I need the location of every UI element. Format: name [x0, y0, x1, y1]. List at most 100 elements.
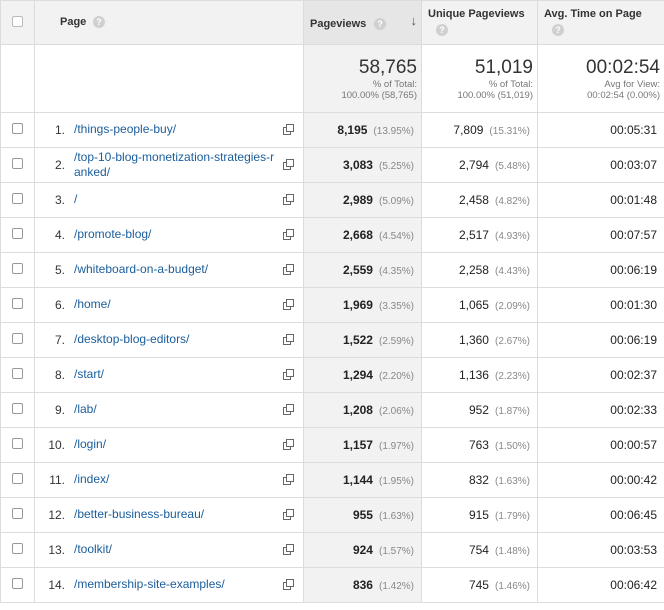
row-checkbox-cell — [0, 462, 35, 498]
pageviews-cell: 8,195 (13.95%) — [303, 112, 422, 148]
row-checkbox[interactable] — [12, 228, 23, 239]
unique-pageviews-value: 2,258 — [458, 263, 489, 277]
open-external-icon[interactable] — [283, 474, 294, 485]
table-row: 4. /promote-blog/ 2,668 (4.54%) 2,517 (4.93… — [0, 217, 664, 253]
totals-unique-sub2: 100.00% (51,019) — [457, 89, 533, 101]
help-icon[interactable]: ? — [436, 24, 448, 36]
column-header-pageviews-label: Pageviews — [310, 18, 367, 30]
open-external-icon[interactable] — [283, 404, 294, 415]
open-external-icon[interactable] — [283, 229, 294, 240]
row-checkbox[interactable] — [12, 368, 23, 379]
page-link[interactable]: /things-people-buy/ — [74, 122, 279, 137]
unique-pageviews-value: 1,065 — [458, 298, 489, 312]
page-cell: 1. /things-people-buy/ — [34, 112, 304, 148]
pageviews-cell: 924 (1.57%) — [303, 532, 422, 568]
row-checkbox[interactable] — [12, 508, 23, 519]
row-checkbox[interactable] — [12, 158, 23, 169]
row-checkbox[interactable] — [12, 123, 23, 134]
page-link[interactable]: /lab/ — [74, 402, 279, 417]
select-all-checkbox[interactable] — [12, 15, 23, 27]
pageviews-cell: 2,668 (4.54%) — [303, 217, 422, 253]
row-index: 2. — [54, 158, 65, 172]
open-external-icon[interactable] — [283, 299, 294, 310]
pageviews-percent: (2.06%) — [378, 406, 414, 417]
row-checkbox[interactable] — [12, 263, 23, 274]
page-link[interactable]: /login/ — [74, 437, 279, 452]
pageviews-value: 1,294 — [342, 368, 373, 382]
column-header-avg-time[interactable]: Avg. Time on Page ? — [537, 0, 664, 45]
pageviews-percent: (1.42%) — [378, 581, 414, 592]
pageviews-value: 836 — [352, 578, 373, 592]
page-link[interactable]: /start/ — [74, 367, 279, 382]
open-external-icon[interactable] — [283, 159, 294, 170]
avg-time-value: 00:03:07 — [610, 158, 657, 172]
open-external-icon[interactable] — [283, 579, 294, 590]
totals-avg-sub2: 00:02:54 (0.00%) — [587, 89, 660, 101]
pageviews-value: 2,668 — [342, 228, 373, 242]
row-checkbox-cell — [0, 217, 35, 253]
row-checkbox[interactable] — [12, 438, 23, 449]
open-external-icon[interactable] — [283, 439, 294, 450]
unique-pageviews-value: 745 — [468, 578, 489, 592]
pageviews-value: 1,522 — [342, 333, 373, 347]
row-checkbox-cell — [0, 287, 35, 323]
page-link[interactable]: /membership-site-examples/ — [74, 577, 279, 592]
page-link[interactable]: /whiteboard-on-a-budget/ — [74, 262, 279, 277]
page-link[interactable]: /promote-blog/ — [74, 227, 279, 242]
page-link[interactable]: /toolkit/ — [74, 542, 279, 557]
row-checkbox[interactable] — [12, 298, 23, 309]
page-link[interactable]: /better-business-bureau/ — [74, 507, 279, 522]
pageviews-cell: 1,522 (2.59%) — [303, 322, 422, 358]
open-external-icon[interactable] — [283, 509, 294, 520]
open-external-icon[interactable] — [283, 194, 294, 205]
row-checkbox[interactable] — [12, 473, 23, 484]
page-link[interactable]: /home/ — [74, 297, 279, 312]
pageviews-percent: (5.25%) — [378, 161, 414, 172]
help-icon[interactable]: ? — [374, 18, 386, 30]
row-checkbox[interactable] — [12, 403, 23, 414]
row-index: 9. — [54, 402, 65, 417]
open-external-icon[interactable] — [283, 334, 294, 345]
pageviews-percent: (4.54%) — [378, 231, 414, 242]
totals-page-cell — [34, 44, 304, 113]
row-checkbox-cell — [0, 182, 35, 218]
page-link[interactable]: /desktop-blog-editors/ — [74, 332, 279, 347]
row-checkbox[interactable] — [12, 578, 23, 589]
page-cell: 9. /lab/ — [34, 392, 304, 428]
pageviews-value: 2,559 — [342, 263, 373, 277]
page-link[interactable]: /top-10-blog-monetization-strategies-ran… — [74, 150, 279, 180]
table-header-row: Page ? Pageviews ? ↓ Unique Pageviews ? … — [0, 0, 664, 45]
unique-pageviews-percent: (5.48%) — [494, 161, 530, 172]
totals-pageviews-sub1: % of Total: — [372, 78, 417, 90]
table-row: 2. /top-10-blog-monetization-strategies-r… — [0, 147, 664, 183]
unique-pageviews-cell: 2,517 (4.93%) — [421, 217, 538, 253]
page-cell: 11. /index/ — [34, 462, 304, 498]
help-icon[interactable]: ? — [552, 24, 564, 36]
pageviews-percent: (2.59%) — [378, 336, 414, 347]
page-link[interactable]: / — [74, 192, 279, 207]
table-row: 8. /start/ 1,294 (2.20%) 1,136 (2.23%) 00:0… — [0, 357, 664, 393]
row-checkbox[interactable] — [12, 193, 23, 204]
open-external-icon[interactable] — [283, 264, 294, 275]
avg-time-value: 00:00:42 — [610, 473, 657, 487]
row-checkbox[interactable] — [12, 333, 23, 344]
table-row: 9. /lab/ 1,208 (2.06%) 952 (1.87%) 00:02:33 — [0, 392, 664, 428]
open-external-icon[interactable] — [283, 124, 294, 135]
open-external-icon[interactable] — [283, 544, 294, 555]
page-link[interactable]: /index/ — [74, 472, 279, 487]
row-checkbox-cell — [0, 322, 35, 358]
open-external-icon[interactable] — [283, 369, 294, 380]
page-cell: 2. /top-10-blog-monetization-strategies-r… — [34, 147, 304, 183]
table-row: 10. /login/ 1,157 (1.97%) 763 (1.50%) 00:00… — [0, 427, 664, 463]
row-index: 4. — [54, 227, 65, 242]
column-header-page[interactable]: Page ? — [34, 0, 304, 45]
help-icon[interactable]: ? — [93, 16, 105, 28]
column-header-pageviews[interactable]: Pageviews ? ↓ — [303, 0, 422, 45]
totals-pageviews-sub2: 100.00% (58,765) — [341, 89, 417, 101]
avg-time-value: 00:06:19 — [610, 263, 657, 277]
table-row: 7. /desktop-blog-editors/ 1,522 (2.59%) 1,… — [0, 322, 664, 358]
pageviews-percent: (1.63%) — [378, 511, 414, 522]
row-checkbox[interactable] — [12, 543, 23, 554]
sort-descending-icon[interactable]: ↓ — [411, 13, 418, 28]
column-header-unique-pageviews[interactable]: Unique Pageviews ? — [421, 0, 538, 45]
